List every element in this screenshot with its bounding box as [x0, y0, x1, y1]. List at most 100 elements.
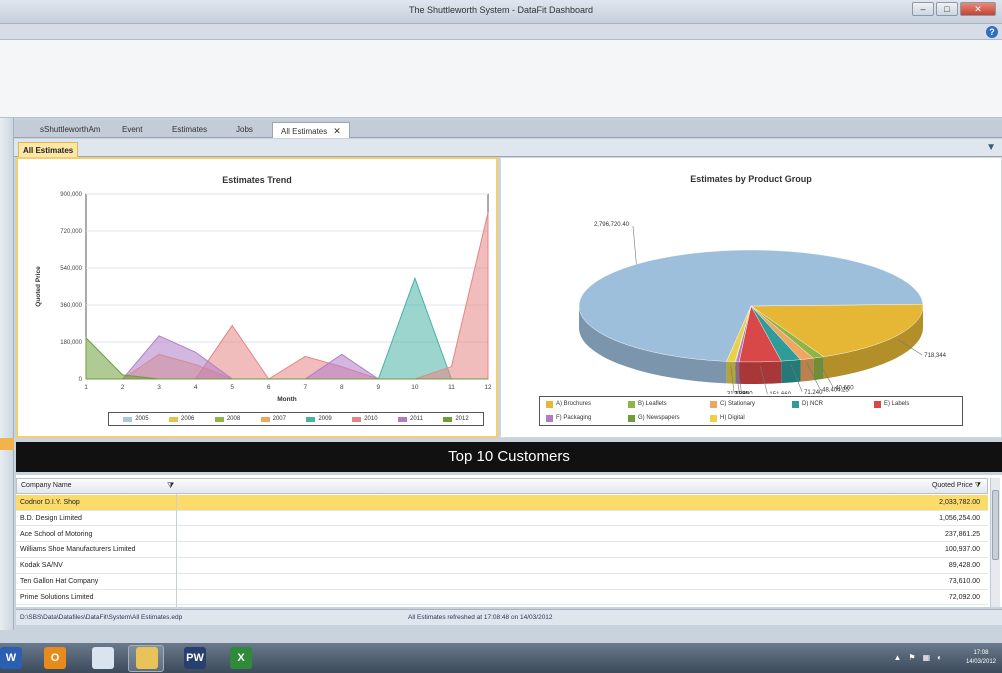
table-row[interactable]: Williams Shoe Manufacturers Limited 100,9… [16, 542, 988, 558]
company-name-cell: Ten Gallon Hat Company [20, 578, 99, 585]
company-name-cell: B.D. Design Limited [20, 514, 82, 522]
tab-shuttleworth[interactable]: sShuttleworthAm [32, 122, 108, 138]
dropdown-arrow-icon[interactable]: ▼ [986, 142, 996, 153]
file-path: D:\SBS\Data\Datafiles\DataFit\System\All… [20, 614, 183, 621]
company-name-cell: Williams Shoe Manufacturers Limited [20, 546, 136, 554]
legend-label: H) Digital [720, 415, 745, 421]
legend-item: G) Newspapers [628, 414, 710, 422]
legend-label: 2005 [135, 416, 149, 422]
clock[interactable]: 17:08 14/03/2012 [966, 649, 996, 667]
legend-swatch [123, 416, 133, 422]
legend-item: E) Labels [874, 400, 956, 408]
legend-swatch [628, 414, 635, 422]
quoted-price-cell: 73,610.00 [948, 578, 980, 585]
legend-label: F) Packaging [556, 415, 592, 421]
trend-chart: 0180,000360,000540,000720,000900,0001 2 3 4… [35, 192, 492, 403]
x-tick-label: 6 [267, 384, 271, 391]
tray-arrow-icon[interactable]: ▲ [894, 653, 902, 662]
outlook-icon[interactable]: O [44, 647, 66, 669]
y-tick-label: 900,000 [60, 192, 82, 198]
scrollbar-thumb[interactable] [992, 490, 999, 560]
legend-item: C) Stationary [710, 400, 792, 408]
tab-estimates[interactable]: Estimates [164, 122, 215, 138]
legend-swatch [710, 414, 717, 422]
legend-item-2012: 2012 [443, 416, 469, 422]
legend-item-2008: 2008 [214, 416, 241, 422]
minimize-button[interactable]: – [912, 2, 934, 16]
pie-side [800, 358, 814, 382]
tab-label: sShuttleworthAm [40, 125, 101, 134]
legend-label: E) Labels [884, 401, 910, 407]
table-row[interactable]: Kodak SA/NV 89,428.00 [16, 558, 988, 574]
column-divider [176, 494, 177, 607]
tray-network-icon[interactable]: ▦ [923, 653, 931, 662]
tray-volume-icon[interactable]: ◐ [937, 653, 942, 662]
subtab-all-estimates[interactable]: All Estimates [18, 142, 79, 157]
table-row[interactable]: Codnor D.I.Y. Shop 2,033,782.00 [16, 495, 988, 511]
legend-item: H) Digital [710, 414, 792, 422]
y-axis-label: Quoted Price [35, 266, 42, 307]
legend-label: 2012 [455, 416, 469, 422]
legend-item-2005: 2005 [123, 416, 149, 422]
ribbon-tab-bar: ? [0, 24, 1002, 40]
legend-label: A) Brochures [556, 401, 592, 407]
legend-swatch [443, 416, 453, 422]
help-icon[interactable]: ? [986, 26, 998, 38]
x-tick-label: 5 [230, 384, 234, 391]
x-tick-label: 7 [303, 384, 307, 391]
column-quoted-price[interactable]: Quoted Price ⧩ [932, 479, 981, 493]
pie-data-label: 718,344 [924, 353, 946, 359]
close-button[interactable]: ✕ [960, 2, 996, 16]
table-row[interactable]: Ace School of Motoring 237,861.25 [16, 527, 988, 543]
legend-swatch [874, 400, 881, 408]
x-tick-label: 9 [377, 384, 381, 391]
tab-all-estimates[interactable]: All Estimates ✕ [272, 122, 350, 138]
legend-label: 2009 [318, 416, 332, 422]
legend-item: F) Packaging [546, 414, 628, 422]
legend-swatch [169, 416, 179, 422]
quoted-price-cell: 1,056,254.00 [939, 514, 980, 522]
tab-jobs[interactable]: Jobs [228, 122, 261, 138]
legend-label: 2008 [226, 416, 241, 422]
tray-flag-icon[interactable]: ⚑ [908, 653, 915, 662]
legend-label: 2011 [410, 416, 423, 422]
company-name-cell: Prime Solutions Limited [20, 593, 94, 601]
status-bar: D:\SBS\Data\Datafiles\DataFit\System\All… [16, 609, 1002, 625]
table-row[interactable]: Prime Solutions Limited 72,092.00 [16, 590, 988, 606]
product-group-panel: Estimates by Product Group 718,344 40,660… [500, 157, 1002, 438]
table-row[interactable]: B.D. Design Limited 1,056,254.00 [16, 511, 988, 527]
excel-icon[interactable]: X [230, 647, 252, 669]
table-row[interactable]: Ten Gallon Hat Company 73,610.00 [16, 574, 988, 590]
left-navigation-strip[interactable] [0, 118, 14, 630]
customers-grid: Company Name ⧩ Quoted Price ⧩ Codnor D.I… [16, 475, 1002, 607]
close-tab-icon[interactable]: ✕ [333, 126, 341, 136]
x-tick-label: 1 [84, 384, 88, 391]
tab-event[interactable]: Event [114, 122, 150, 138]
filter-icon[interactable]: ⧩ [167, 479, 174, 493]
word-icon[interactable]: W [0, 647, 22, 669]
legend-item-2006: 2006 [169, 416, 194, 422]
grid-scrollbar[interactable] [990, 478, 1000, 607]
pie-data-label: 2,796,720.40 [594, 222, 630, 228]
legend-swatch [710, 400, 717, 408]
company-name-cell: Codnor D.I.Y. Shop [20, 499, 80, 506]
documents-icon[interactable] [92, 647, 114, 669]
top10-title: Top 10 Customers [16, 442, 1002, 472]
legend-swatch [546, 400, 553, 408]
legend-swatch [792, 400, 799, 408]
maximize-button[interactable]: □ [936, 2, 958, 16]
pie-data-label: 31,388 [727, 391, 746, 394]
pie-data-label: 151,660 [769, 392, 791, 394]
x-tick-label: 2 [121, 384, 125, 391]
y-tick-label: 180,000 [60, 340, 82, 346]
grid-header: Company Name ⧩ Quoted Price ⧩ [16, 478, 988, 494]
column-company-name[interactable]: Company Name [21, 479, 171, 493]
document-tabs: sShuttleworthAm Event Estimates Jobs All… [14, 120, 1002, 138]
pw-icon[interactable]: PW [184, 647, 206, 669]
window-controls: – □ ✕ [912, 2, 996, 16]
tab-label: All Estimates [281, 127, 328, 136]
explorer-icon[interactable] [136, 647, 158, 669]
left-strip-highlight [0, 438, 14, 450]
legend-swatch [546, 414, 553, 422]
legend-item-2007: 2007 [260, 416, 286, 422]
